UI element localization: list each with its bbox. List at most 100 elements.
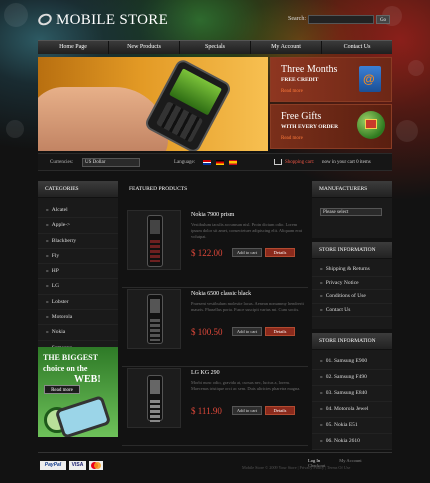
product-name[interactable]: Nokia 7900 prism [191, 212, 234, 218]
promo-free-credit[interactable]: Three Months FREE CREDIT Read more @ [270, 57, 392, 102]
details-button[interactable]: Details [265, 406, 295, 415]
details-button[interactable]: Details [265, 327, 295, 336]
add-to-cart-button[interactable]: Add to cart [232, 248, 262, 257]
copyright-text: Mobile Store © 2009 Your Store | Privacy… [242, 465, 351, 470]
store-info-heading: STORE INFORMATION [312, 242, 392, 259]
add-to-cart-button[interactable]: Add to cart [232, 406, 262, 415]
bestsellers-list: » 01. Samsung E900 » 02. Samsung F490 » 03.… [312, 350, 392, 450]
product-card: Nokia 6500 classic black Praesent vestib… [122, 289, 308, 367]
flag-spanish-icon[interactable] [229, 160, 237, 165]
promo-subtitle: WITH EVERY ORDER [281, 124, 339, 130]
bestsellers-heading: STORE INFORMATION [312, 333, 392, 350]
category-item[interactable]: » Nokia [38, 325, 118, 341]
left-sidebar: CATEGORIES » Alcatel » Apple-> » Blackberry… [38, 181, 118, 356]
cart-icon[interactable] [274, 159, 282, 165]
nav-specials[interactable]: Specials [180, 41, 251, 54]
product-image[interactable] [127, 210, 181, 270]
visa-logo: VISA [69, 461, 86, 470]
info-link[interactable]: » Conditions of Use [312, 290, 392, 304]
bokeh-circle [408, 60, 424, 76]
promo-free-gifts[interactable]: Free Gifts WITH EVERY ORDER Read more [270, 104, 392, 149]
paypal-logo: PayPal [40, 461, 66, 470]
product-name[interactable]: Nokia 6500 classic black [191, 291, 251, 297]
categories-heading: CATEGORIES [38, 181, 118, 198]
ad-line-2: choice on the [43, 364, 88, 373]
product-card: LG KG 290 Morbi nunc odio, gravida at, c… [122, 368, 308, 446]
category-item[interactable]: » LG [38, 279, 118, 295]
info-link[interactable]: » Privacy Notice [312, 277, 392, 290]
utility-bar: Currencies: US Dollar Language: Shopping… [38, 153, 392, 171]
promo-title: Free Gifts [281, 111, 322, 122]
product-name[interactable]: LG KG 290 [191, 370, 220, 376]
flag-german-icon[interactable] [216, 160, 224, 165]
category-item[interactable]: » Alcatel [38, 203, 118, 219]
biggest-choice-ad[interactable]: THE BIGGEST choice on the WEB! Read more [38, 347, 118, 437]
bestseller-item[interactable]: » 01. Samsung E900 [312, 354, 392, 370]
bestseller-item[interactable]: » 06. Nokia 2610 [312, 434, 392, 450]
bestseller-item[interactable]: » 03. Samsung E840 [312, 386, 392, 402]
nav-my-account[interactable]: My Account [251, 41, 322, 54]
bestseller-item[interactable]: » 04. Motorola Jewel [312, 402, 392, 418]
footer-divider [38, 452, 392, 453]
product-card: Nokia 7900 prism Vestibulum iaculis accu… [122, 210, 308, 288]
shopping-bag-icon: @ [359, 66, 381, 92]
bokeh-circle [6, 120, 24, 138]
featured-products: FEATURED PRODUCTS Nokia 7900 prism Vesti… [122, 181, 308, 446]
hero-banner[interactable] [38, 57, 268, 151]
currencies-label: Currencies: [50, 160, 74, 165]
bokeh-circle [396, 120, 418, 142]
logo-ring-icon [36, 11, 54, 28]
product-description: Praesent vestibulum molestie lacus. Aene… [191, 301, 304, 312]
product-description: Morbi nunc odio, gravida at, cursus nec,… [191, 380, 301, 391]
categories-list: » Alcatel » Apple-> » Blackberry » Fly » HP »… [38, 198, 118, 356]
ad-line-3: WEB! [74, 374, 101, 385]
footer-my-account-link[interactable]: My Account [339, 458, 361, 463]
info-link[interactable]: » Contact Us [312, 304, 392, 317]
bokeh-circle [4, 3, 28, 27]
category-item[interactable]: » Motorola [38, 310, 118, 326]
cart-count-text: now in your cart 0 items [322, 160, 371, 165]
manufacturers-panel: Please select [312, 198, 392, 238]
globe-gift-icon [357, 111, 385, 139]
product-price: $ 122.00 [191, 248, 223, 258]
search-input[interactable] [308, 15, 374, 24]
category-item[interactable]: » Lobster [38, 295, 118, 311]
product-price: $ 100.50 [191, 327, 223, 337]
nav-contact-us[interactable]: Contact Us [322, 41, 392, 54]
currency-select[interactable]: US Dollar [82, 158, 140, 167]
nav-home[interactable]: Home Page [38, 41, 109, 54]
flag-english-icon[interactable] [203, 160, 211, 165]
page-container: MOBILE STORE Search: Go Home Page New Pr… [36, 0, 392, 483]
logo-text: MOBILE STORE [56, 12, 169, 28]
product-image[interactable] [127, 289, 181, 349]
language-label: Language: [174, 160, 196, 165]
search-button[interactable]: Go [376, 15, 390, 24]
details-button[interactable]: Details [265, 248, 295, 257]
promo-title: Three Months [281, 64, 338, 75]
ad-line-1: THE BIGGEST [43, 353, 98, 362]
category-item[interactable]: » Fly [38, 249, 118, 265]
shopping-cart-link[interactable]: Shopping cart: [285, 160, 314, 165]
product-price: $ 111.90 [191, 406, 222, 416]
ad-read-more-button[interactable]: Read more [44, 385, 80, 394]
manufacturers-heading: MANUFACTURERS [312, 181, 392, 198]
category-item[interactable]: » Apple-> [38, 218, 118, 234]
site-logo[interactable]: MOBILE STORE [36, 11, 169, 29]
manufacturer-select[interactable]: Please select [320, 208, 382, 216]
category-item[interactable]: » HP [38, 264, 118, 280]
promo-read-more-link[interactable]: Read more [281, 136, 303, 141]
info-link[interactable]: » Shipping & Returns [312, 263, 392, 277]
right-sidebar: MANUFACTURERS Please select STORE INFORM… [312, 181, 392, 450]
search-label: Search: [288, 16, 306, 22]
promo-read-more-link[interactable]: Read more [281, 89, 303, 94]
category-item[interactable]: » Blackberry [38, 234, 118, 249]
promo-subtitle: FREE CREDIT [281, 77, 319, 83]
main-nav: Home Page New Products Specials My Accou… [38, 40, 392, 54]
mastercard-icon [89, 461, 103, 470]
bestseller-item[interactable]: » 05. Nokia E51 [312, 418, 392, 434]
product-description: Vestibulum iaculis accumsan nisl. Proin … [191, 222, 302, 239]
product-image[interactable] [127, 368, 181, 428]
nav-new-products[interactable]: New Products [109, 41, 180, 54]
bestseller-item[interactable]: » 02. Samsung F490 [312, 370, 392, 386]
add-to-cart-button[interactable]: Add to cart [232, 327, 262, 336]
